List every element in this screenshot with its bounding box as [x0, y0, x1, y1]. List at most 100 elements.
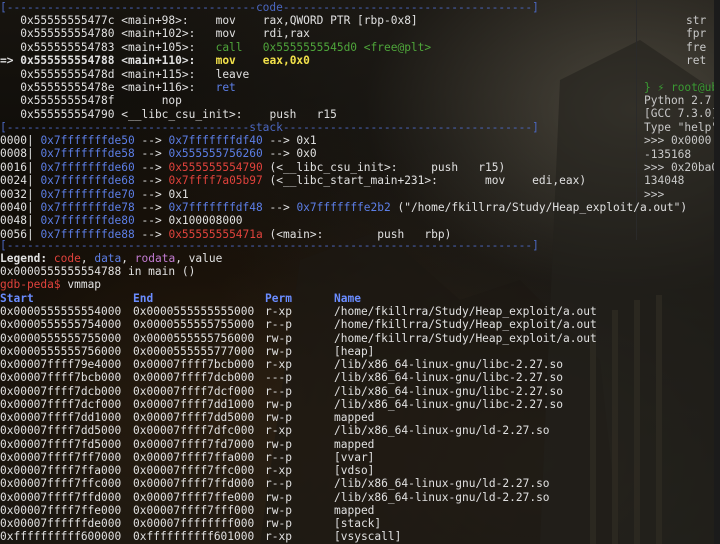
typed-command[interactable]: vmmap — [67, 278, 101, 291]
region-perm: r-xp — [265, 358, 292, 371]
disasm-line: 0x55555555478f nop — [0, 94, 182, 107]
stack-value: 0x555555554790 — [168, 160, 263, 174]
region-start: 0x00007ffff7ffe000 — [0, 503, 122, 517]
region-perm: rw-p — [265, 503, 292, 517]
region-perm: rw-p — [265, 490, 292, 504]
stack-arrow: --> — [141, 214, 162, 228]
region-end: 0x00007ffff7fff000 — [133, 503, 255, 517]
region-perm: rw-p — [265, 411, 292, 424]
region-start: 0x00007ffff7fd5000 — [0, 437, 122, 451]
instruction-symbol: <main+98>: — [121, 14, 189, 27]
python-output-line: Python 2.7. — [644, 94, 719, 107]
gdb-prompt: gdb-peda$ — [0, 278, 68, 291]
region-start: 0x00007ffff7ffd000 — [0, 490, 122, 504]
region-perm: r-xp — [265, 424, 292, 438]
instruction-address: 0x55555555477c — [20, 14, 115, 27]
region-name: mapped — [334, 437, 375, 451]
instruction-mnemonic: mov — [215, 54, 236, 68]
disasm-line: 0x55555555478e <main+116>: ret — [0, 81, 236, 94]
region-end: 0x00007ffff7ffc000 — [133, 464, 255, 477]
disasm-line: 0x555555554790 <__libc_csu_init>: push r… — [0, 108, 337, 121]
terminal-scrollbar[interactable] — [714, 0, 720, 544]
region-name: [vsyscall] — [334, 530, 402, 544]
python-output-line: >>> — [644, 187, 671, 201]
background-output-line: fre — [686, 40, 707, 54]
instruction-operands: r15 — [316, 107, 337, 121]
stack-value: 0x7fffffffdf40 — [168, 134, 263, 147]
stack-arrow: --> — [141, 147, 162, 161]
current-instruction-marker — [0, 81, 20, 94]
region-perm: rw-p — [265, 437, 292, 451]
command-line[interactable]: gdb-peda$ vmmap — [0, 278, 101, 291]
background-terminal-pane[interactable]: str fpr fre ret } ⚡ root@ub Python 2.7. [GCC… — [640, 0, 720, 544]
stack-row: 0000| 0x7fffffffde50 --> 0x7fffffffdf40 … — [0, 134, 317, 147]
stack-address: 0x7fffffffde68 — [40, 174, 135, 188]
region-perm: r-xp — [265, 530, 292, 544]
region-perm: r-xp — [265, 305, 292, 318]
region-perm: rw-p — [265, 517, 292, 530]
region-end: 0x00007ffff7dcf000 — [133, 384, 255, 398]
stack-arrow: --> — [141, 201, 162, 214]
region-start: 0x00007ffff7dcf000 — [0, 397, 122, 411]
region-end: 0x0000555555756000 — [133, 331, 255, 345]
instruction-mnemonic: nop — [161, 94, 182, 108]
region-end: 0x0000555555555000 — [133, 305, 255, 318]
instruction-symbol: <main+116>: — [121, 81, 196, 94]
stack-row: 0016| 0x7fffffffde60 --> 0x555555554790 … — [0, 161, 505, 174]
python-output-line: >>> 0x20ba0 — [644, 161, 719, 174]
gdb-terminal[interactable]: [-------------------------------------co… — [0, 0, 714, 544]
stack-offset: 0000| — [0, 134, 34, 147]
region-perm: rw-p — [265, 397, 292, 411]
stack-offset: 0016| — [0, 160, 34, 174]
instruction-symbol: <main+110>: — [121, 54, 196, 68]
stack-value-deref: 0x7fffffffe2b2 — [296, 201, 391, 214]
current-instruction-marker — [0, 14, 20, 27]
region-name: /home/fkillrra/Study/Heap_exploit/a.out — [334, 305, 597, 318]
region-name: [heap] — [334, 344, 375, 358]
background-output-line: fpr — [686, 27, 707, 41]
region-start: 0x00007ffff7ff7000 — [0, 450, 122, 464]
region-end: 0x00007ffff7dd1000 — [133, 397, 255, 411]
instruction-operands: rdi,rax — [262, 27, 310, 41]
region-name: /lib/x86_64-linux-gnu/libc-2.27.so — [334, 384, 564, 398]
stack-annotation: (<__libc_csu_init>: push r15) — [262, 160, 506, 174]
instruction-mnemonic: call — [215, 40, 243, 54]
instruction-symbol: <main+105>: — [121, 40, 196, 54]
python-output-line: >>> 0x0000 — [644, 134, 712, 148]
region-end: 0x00007ffffffff000 — [133, 517, 255, 530]
stack-offset: 0024| — [0, 174, 34, 188]
current-instruction-marker — [0, 94, 20, 107]
region-start: 0x0000555555756000 — [0, 344, 122, 358]
instruction-mnemonic: mov — [215, 14, 236, 27]
stack-offset: 0032| — [0, 187, 34, 201]
stack-offset: 0008| — [0, 147, 34, 161]
region-name: [vvar] — [334, 450, 375, 464]
instruction-address: 0x55555555478e — [20, 81, 115, 94]
legend-line: Legend: code, data, rodata, value — [0, 252, 223, 265]
region-name: /lib/x86_64-linux-gnu/ld-2.27.so — [334, 490, 550, 504]
instruction-address: 0x55555555478f — [20, 94, 115, 108]
region-start: 0x00007ffff79e4000 — [0, 358, 122, 371]
stack-value: 0x7ffff7a05b97 — [168, 174, 263, 188]
stack-arrow: --> — [141, 160, 162, 174]
region-name: /lib/x86_64-linux-gnu/ld-2.27.so — [334, 477, 550, 491]
disasm-line: 0x555555554780 <main+102>: mov rdi,rax — [0, 27, 310, 40]
region-end: 0x00007ffff7bcb000 — [133, 358, 255, 371]
stack-annotation: --> 0x1 — [262, 134, 317, 147]
region-name: mapped — [334, 411, 375, 424]
stack-annotation: --> 0x0 — [262, 147, 317, 161]
region-start: 0x0000555555755000 — [0, 331, 122, 345]
instruction-address: 0x555555554783 — [20, 40, 115, 54]
region-end: 0x00007ffff7ffe000 — [133, 490, 255, 504]
stack-value: 0x1 — [168, 187, 189, 201]
current-instruction-marker — [0, 27, 20, 40]
region-start: 0xffffffffff600000 — [0, 530, 122, 544]
stack-value: 0x7fffffffdf48 — [168, 201, 263, 214]
vmmap-header-end: End — [133, 292, 154, 305]
region-perm: r--p — [265, 477, 292, 491]
region-end: 0x0000555555755000 — [133, 318, 255, 332]
instruction-mnemonic: ret — [215, 81, 236, 94]
region-start: 0x00007ffff7dd5000 — [0, 424, 122, 438]
python-output-line: -135168 — [644, 147, 692, 161]
shell-prompt-line: } ⚡ root@ub — [644, 81, 719, 94]
